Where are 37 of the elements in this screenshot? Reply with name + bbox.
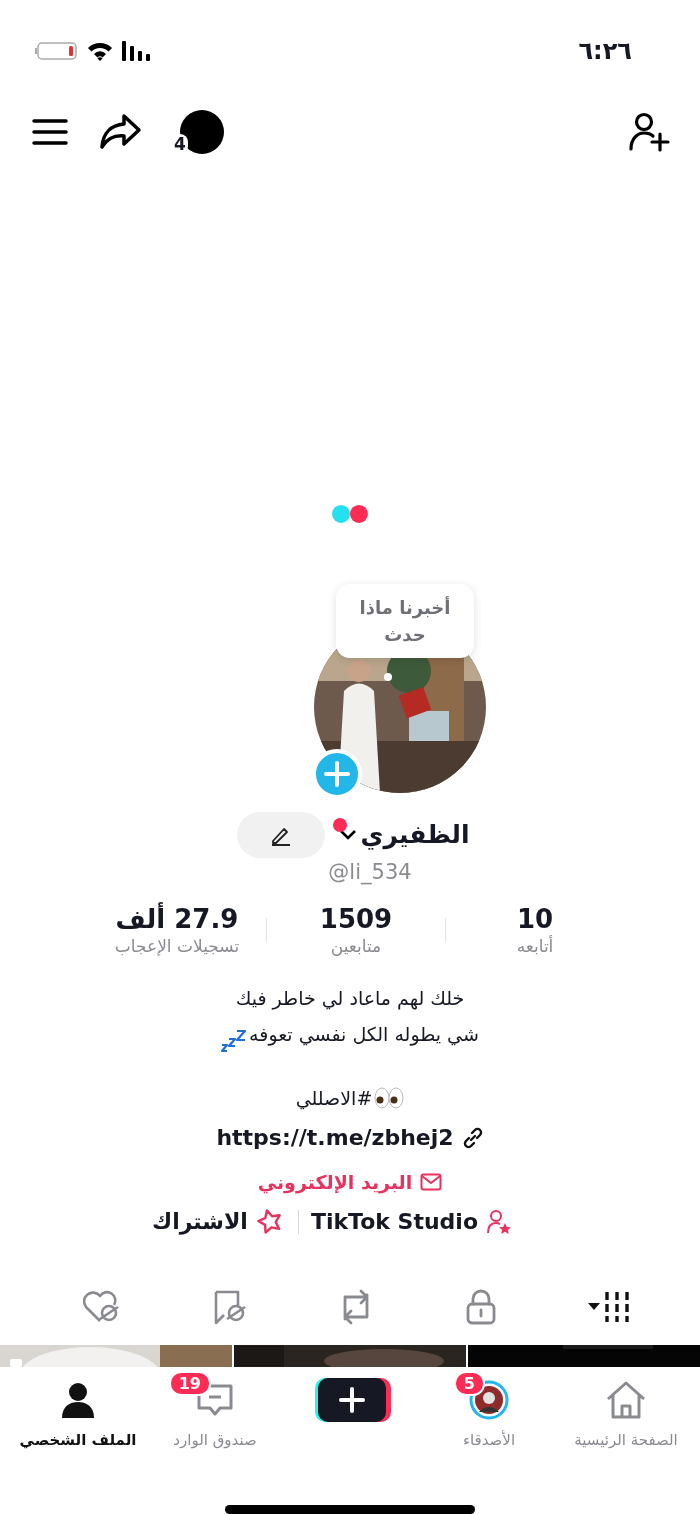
add-friend-icon[interactable] [628,111,670,152]
stat-value: 10 [516,903,554,934]
profile-name: الظفيري [360,820,470,850]
stat-label[interactable]: أتابعه [516,935,554,956]
stat-value: 1509 [319,903,393,934]
stat-value: 27.9 ألف [115,903,239,934]
mail-icon [420,1172,443,1191]
count-badge: 19 [168,1371,211,1397]
pointer-dot [384,673,392,682]
home-icon [604,1380,648,1421]
link-icon [461,1126,484,1149]
create-icon [313,1376,391,1425]
profile-link[interactable]: https://t.me/zbhej2 [216,1119,454,1156]
studio-link[interactable]: TikTok Studio [310,1209,479,1235]
email-link[interactable]: البريد الإلكتروني [257,1163,413,1200]
person-star-icon [486,1208,513,1235]
hashtag-text: الاصللي# [295,1085,373,1112]
profile-tab[interactable]: الملف الشخصي [10,1375,146,1450]
subscribe-link[interactable]: الاشتراك [152,1209,248,1235]
signal-icon [122,40,152,61]
bio-text: شي يطوله الكل نفسي تعوفه [249,1021,479,1048]
home-tab[interactable]: الصفحة الرئيسية [558,1375,694,1450]
edit-button[interactable] [236,811,325,858]
chevron-down-icon[interactable] [338,828,357,841]
username: @li_534 [327,859,413,884]
battery-icon [34,40,78,61]
share-arrow-icon[interactable] [98,112,142,151]
bio-text: خلك لهم ماعاد لي خاطر فيك [235,985,465,1012]
count-badge: 5 [453,1371,485,1397]
private-tab[interactable] [465,1289,497,1326]
eyes-icon [374,1086,405,1109]
clock-time: ٦:٢٦ [578,36,632,65]
status-bubble[interactable]: أخبرنا ماذا حدث [336,584,474,659]
menu-icon[interactable] [32,117,68,146]
loading-dots-icon [331,504,369,525]
stat-label[interactable]: تسجيلات الإعجاب [114,935,240,956]
stat-label[interactable]: متابعين [330,935,382,956]
